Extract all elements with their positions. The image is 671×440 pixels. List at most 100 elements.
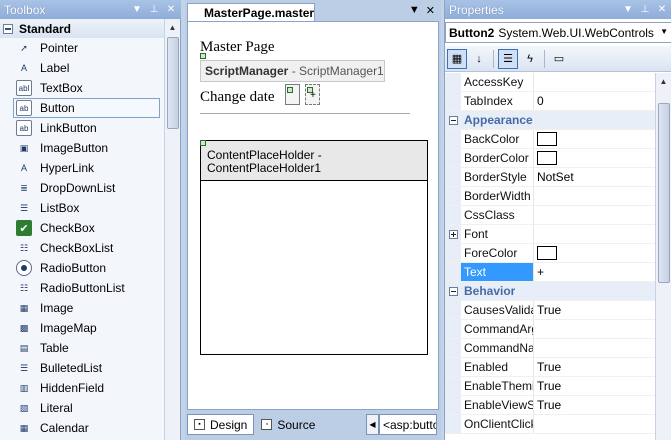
property-value[interactable] [534,225,655,243]
property-row-enableviewstate[interactable]: EnableViewStateTrue [445,396,655,415]
properties-scrollbar[interactable]: ▲ [655,73,671,440]
tag-prev-icon[interactable]: ◀ [366,414,379,435]
property-value[interactable] [534,339,655,357]
toolbox-item-listbox[interactable]: ☰ ListBox [0,198,164,218]
updatepanel-button-2[interactable]: + [305,84,320,105]
property-value[interactable]: True [534,377,655,395]
color-swatch[interactable] [537,246,557,260]
tab-label: MasterPage.master [204,6,315,20]
collapse-icon[interactable] [448,286,458,296]
toolbox-item-table[interactable]: ▤ Table [0,338,164,358]
property-row-cssclass[interactable]: CssClass [445,206,655,225]
chevron-down-icon[interactable]: ▼ [660,27,668,36]
property-value[interactable] [534,415,655,433]
toolbox-item-checkboxlist[interactable]: ☷ CheckBoxList [0,238,164,258]
events-icon[interactable]: ϟ [520,49,540,69]
property-row-enabled[interactable]: Enabled True [445,358,655,377]
toolbox-item-image[interactable]: ▦ Image [0,298,164,318]
row-gutter [445,130,461,148]
property-value[interactable] [534,244,655,262]
property-row-causesvalidation[interactable]: CausesValidationTrue [445,301,655,320]
dropdown-icon[interactable]: ▼ [130,3,144,17]
toolbox-item-linkbutton[interactable]: ab LinkButton [0,118,164,138]
property-row-commandname[interactable]: CommandName [445,339,655,358]
object-selector[interactable]: Button2 System.Web.UI.WebControls ▼ [445,22,671,43]
toolbox-item-radiobuttonlist[interactable]: ☷ RadioButtonList [0,278,164,298]
bulletedlist-icon: ☰ [19,362,29,373]
alphabetical-icon[interactable]: ↓ [469,49,489,69]
toolbox-item-dropdownlist[interactable]: ≣ DropDownList [0,178,164,198]
tab-close-icon[interactable]: ✕ [426,4,435,17]
property-value[interactable] [534,206,655,224]
toolbox-item-pointer[interactable]: ➚ Pointer [0,38,164,58]
toolbox-item-literal[interactable]: ▧ Literal [0,398,164,418]
scroll-up-icon[interactable]: ▲ [656,73,671,89]
toolbox-scrollbar[interactable]: ▲ [164,19,180,440]
color-swatch[interactable] [537,132,557,146]
property-value[interactable]: + [534,263,655,281]
toolbox-item-hyperlink[interactable]: A HyperLink [0,158,164,178]
property-value[interactable]: NotSet [534,168,655,186]
property-row-font[interactable]: Font [445,225,655,244]
tab-dropdown-icon[interactable]: ▼ [409,4,420,17]
property-row-forecolor[interactable]: ForeColor [445,244,655,263]
properties-scroll-thumb[interactable] [658,103,670,283]
pin-icon[interactable]: ⊥ [638,3,652,17]
toolbox-item-label[interactable]: A Label [0,58,164,78]
property-row-onclientclick[interactable]: OnClientClick [445,415,655,434]
tab-masterpage[interactable]: MasterPage.master [187,3,315,21]
content-placeholder[interactable]: ContentPlaceHolder - ContentPlaceHolder1 [200,140,428,355]
design-surface[interactable]: Master Page ScriptManager - ScriptManage… [187,21,439,410]
toolbox-item-calendar[interactable]: ▦ Calendar [0,418,164,438]
property-row-tabindex[interactable]: TabIndex 0 [445,92,655,111]
toolbox-item-imagebutton[interactable]: ▣ ImageButton [0,138,164,158]
scriptmanager-control[interactable]: ScriptManager - ScriptManager1 [200,53,385,82]
property-row-commandargument[interactable]: CommandArgument [445,320,655,339]
tag-path[interactable]: <asp:button> [379,414,437,435]
property-row-borderstyle[interactable]: BorderStyle NotSet [445,168,655,187]
collapse-icon[interactable] [448,115,458,125]
toolbox-group-standard[interactable]: Standard [0,19,164,38]
property-row-accesskey[interactable]: AccessKey [445,73,655,92]
property-value[interactable]: True [534,301,655,319]
category-behavior[interactable]: Behavior [445,282,655,301]
collapse-icon[interactable] [3,23,13,34]
property-row-text[interactable]: Text + [445,263,655,282]
property-value[interactable] [534,320,655,338]
expand-icon[interactable] [448,229,458,239]
design-view-button[interactable]: ▪ Design [187,414,255,435]
toolbox-item-textbox[interactable]: abl TextBox [0,78,164,98]
pin-icon[interactable]: ⊥ [147,3,161,17]
scroll-up-icon[interactable]: ▲ [165,19,180,35]
source-view-button[interactable]: ▫ Source [254,414,322,435]
dropdown-icon[interactable]: ▼ [621,3,635,17]
property-value[interactable]: 0 [534,92,655,110]
toolbox-item-radiobutton[interactable]: RadioButton [0,258,164,278]
toolbox-item-bulletedlist[interactable]: ☰ BulletedList [0,358,164,378]
close-icon[interactable]: ✕ [164,3,178,17]
property-value[interactable] [534,130,655,148]
property-pages-icon[interactable]: ▭ [549,49,569,69]
property-value[interactable] [534,149,655,167]
properties-icon[interactable]: ☰ [498,48,518,69]
toolbox-item-checkbox[interactable]: ✔ CheckBox [0,218,164,238]
property-name: OnClientClick [461,415,534,433]
property-row-bordercolor[interactable]: BorderColor [445,149,655,168]
property-value[interactable] [534,73,655,91]
property-value[interactable]: True [534,396,655,414]
property-value[interactable] [534,187,655,205]
property-row-borderwidth[interactable]: BorderWidth [445,187,655,206]
toolbox-scroll-thumb[interactable] [167,37,179,129]
category-appearance[interactable]: Appearance [445,111,655,130]
categorized-icon[interactable]: ▦ [447,48,467,69]
property-value[interactable]: True [534,358,655,376]
toolbox-item-hiddenfield[interactable]: ▥ HiddenField [0,378,164,398]
property-row-enabletheming[interactable]: EnableThemingTrue [445,377,655,396]
object-name: Button2 [449,25,495,40]
close-icon[interactable]: ✕ [655,3,669,17]
toolbox-item-button[interactable]: ab Button [13,98,160,118]
color-swatch[interactable] [537,151,557,165]
property-row-backcolor[interactable]: BackColor [445,130,655,149]
updatepanel-button-1[interactable] [285,84,300,105]
toolbox-item-imagemap[interactable]: ▩ ImageMap [0,318,164,338]
